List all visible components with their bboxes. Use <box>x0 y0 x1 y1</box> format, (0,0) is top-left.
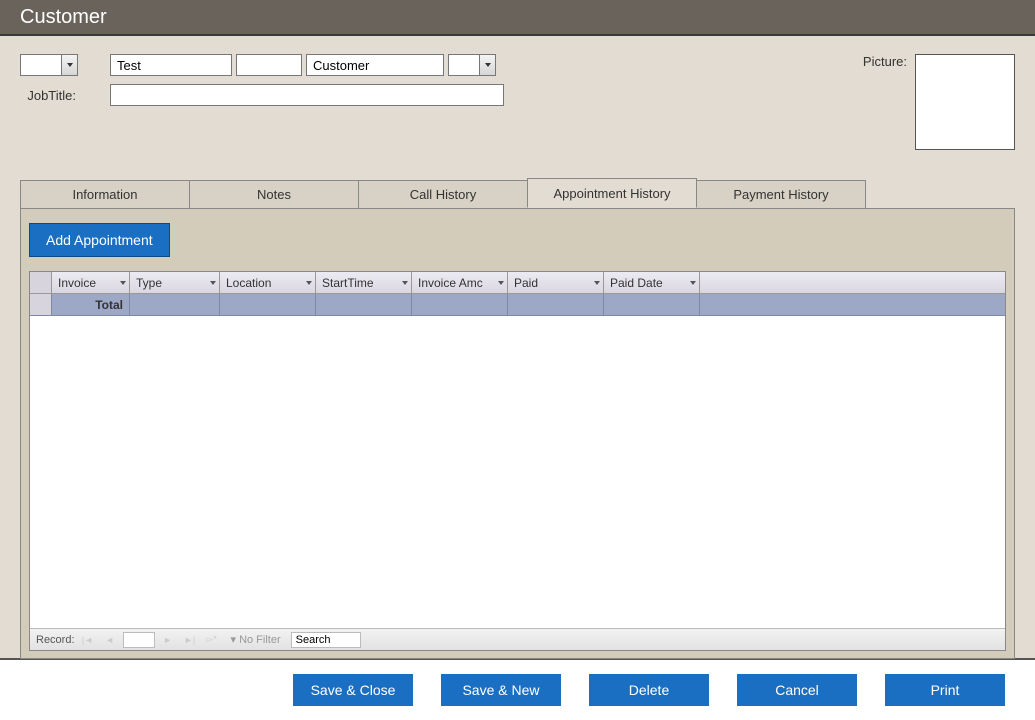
chevron-down-icon[interactable] <box>690 281 696 285</box>
delete-button[interactable]: Delete <box>589 674 709 706</box>
form-footer: Save & Close Save & New Delete Cancel Pr… <box>0 658 1035 720</box>
tab-strip: Information Notes Call History Appointme… <box>20 180 1015 209</box>
save-close-button[interactable]: Save & Close <box>293 674 413 706</box>
job-title-label: JobTitle: <box>20 88 82 103</box>
chevron-down-icon[interactable] <box>306 281 312 285</box>
grid-total-row: Total <box>30 294 1005 316</box>
chevron-down-icon[interactable] <box>210 281 216 285</box>
chevron-down-icon[interactable] <box>402 281 408 285</box>
appointment-history-panel: Add Appointment Invoice Type Location St… <box>20 209 1015 659</box>
col-location[interactable]: Location <box>220 272 316 293</box>
add-appointment-button[interactable]: Add Appointment <box>29 223 170 257</box>
job-title-field[interactable] <box>110 84 504 106</box>
picture-label: Picture: <box>863 54 907 69</box>
tab-call-history[interactable]: Call History <box>358 180 528 208</box>
print-button[interactable]: Print <box>885 674 1005 706</box>
appointments-grid[interactable]: Invoice Type Location StartTime Invoice … <box>29 271 1006 651</box>
record-label: Record: <box>36 634 75 646</box>
filter-icon: ▾ <box>231 633 237 646</box>
no-filter-indicator[interactable]: ▾ No Filter <box>231 633 281 646</box>
col-invoice-amt[interactable]: Invoice Amc <box>412 272 508 293</box>
chevron-down-icon[interactable] <box>594 281 600 285</box>
grid-body[interactable] <box>30 316 1005 628</box>
chevron-down-icon[interactable] <box>498 281 504 285</box>
picture-frame[interactable] <box>915 54 1015 150</box>
tab-appointment-history[interactable]: Appointment History <box>527 178 697 208</box>
col-paid[interactable]: Paid <box>508 272 604 293</box>
nav-new-icon[interactable]: ▻* <box>203 632 221 648</box>
row-selector[interactable] <box>30 294 52 315</box>
first-name-field[interactable] <box>110 54 232 76</box>
total-label: Total <box>52 294 130 315</box>
grid-header: Invoice Type Location StartTime Invoice … <box>30 272 1005 294</box>
col-type[interactable]: Type <box>130 272 220 293</box>
nav-last-icon[interactable]: ►| <box>181 632 199 648</box>
prefix-combo[interactable] <box>20 54 78 76</box>
nav-first-icon[interactable]: |◄ <box>79 632 97 648</box>
cancel-button[interactable]: Cancel <box>737 674 857 706</box>
record-number-field[interactable] <box>123 632 155 648</box>
tab-information[interactable]: Information <box>20 180 190 208</box>
col-starttime[interactable]: StartTime <box>316 272 412 293</box>
col-invoice[interactable]: Invoice <box>52 272 130 293</box>
nav-next-icon[interactable]: ► <box>159 632 177 648</box>
middle-name-field[interactable] <box>236 54 302 76</box>
chevron-down-icon[interactable] <box>61 55 77 75</box>
last-name-field[interactable] <box>306 54 444 76</box>
tab-payment-history[interactable]: Payment History <box>696 180 866 208</box>
grid-search-input[interactable] <box>291 632 361 648</box>
chevron-down-icon[interactable] <box>120 281 126 285</box>
form-title-bar: Customer <box>0 0 1035 36</box>
form-title: Customer <box>20 6 107 29</box>
col-paid-date[interactable]: Paid Date <box>604 272 700 293</box>
tab-notes[interactable]: Notes <box>189 180 359 208</box>
save-new-button[interactable]: Save & New <box>441 674 561 706</box>
customer-form: JobTitle: Picture: Information Notes Cal… <box>0 36 1035 658</box>
name-fields-row: JobTitle: Picture: <box>20 54 1015 150</box>
row-selector-header[interactable] <box>30 272 52 293</box>
suffix-combo[interactable] <box>448 54 496 76</box>
chevron-down-icon[interactable] <box>479 55 495 75</box>
nav-prev-icon[interactable]: ◄ <box>101 632 119 648</box>
record-navigator: Record: |◄ ◄ ► ►| ▻* ▾ No Filter <box>30 628 1005 650</box>
